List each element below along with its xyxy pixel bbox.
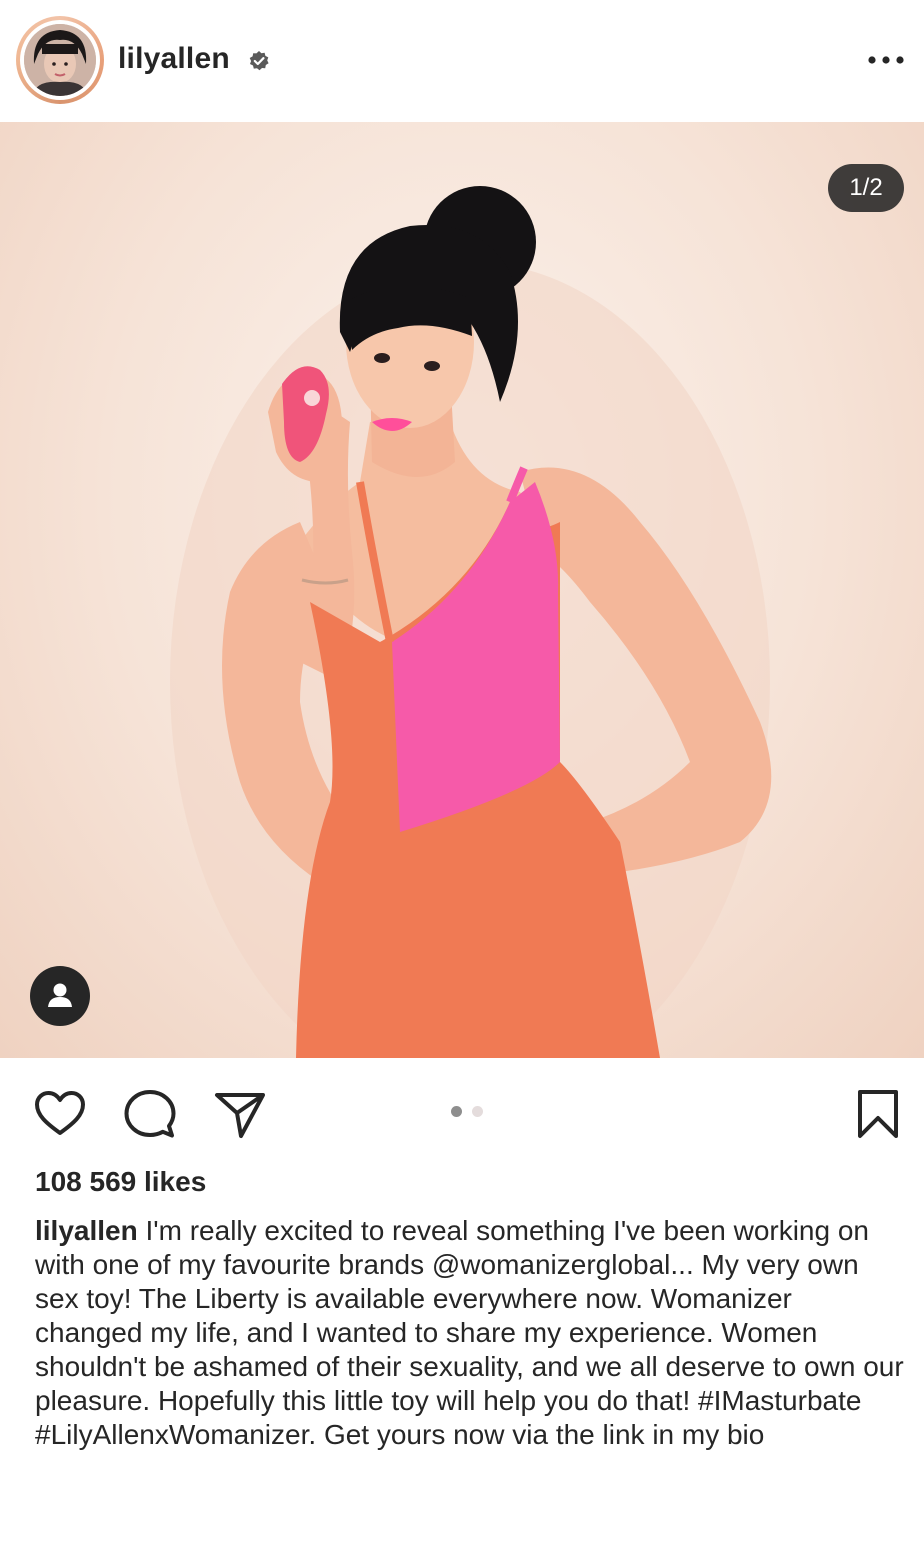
carousel-counter: 1/2 [828,164,904,212]
caption-text: I'm really excited to reveal something I… [35,1215,904,1450]
avatar[interactable] [24,24,96,96]
avatar-story-ring[interactable] [16,16,104,104]
post-header: lilyallen [0,0,924,122]
caption-username[interactable]: lilyallen [35,1215,138,1246]
carousel-dot-active [451,1106,462,1117]
username[interactable]: lilyallen [118,42,230,76]
user-tag-button[interactable] [30,966,90,1026]
post-caption: lilyallen I'm really excited to reveal s… [35,1214,905,1452]
verified-badge-icon [249,51,269,71]
avatar-image [24,24,96,96]
likes-count[interactable]: 108 569 likes [35,1166,206,1198]
heart-icon[interactable] [32,1086,88,1142]
send-icon[interactable] [212,1086,268,1142]
post-photo-illustration [170,186,772,1058]
user-tag-icon [48,983,72,1007]
comment-icon[interactable] [122,1086,178,1142]
more-options-icon[interactable] [864,48,908,72]
post-photo[interactable] [0,122,924,1058]
carousel-dot [472,1106,483,1117]
bookmark-icon[interactable] [850,1086,906,1142]
